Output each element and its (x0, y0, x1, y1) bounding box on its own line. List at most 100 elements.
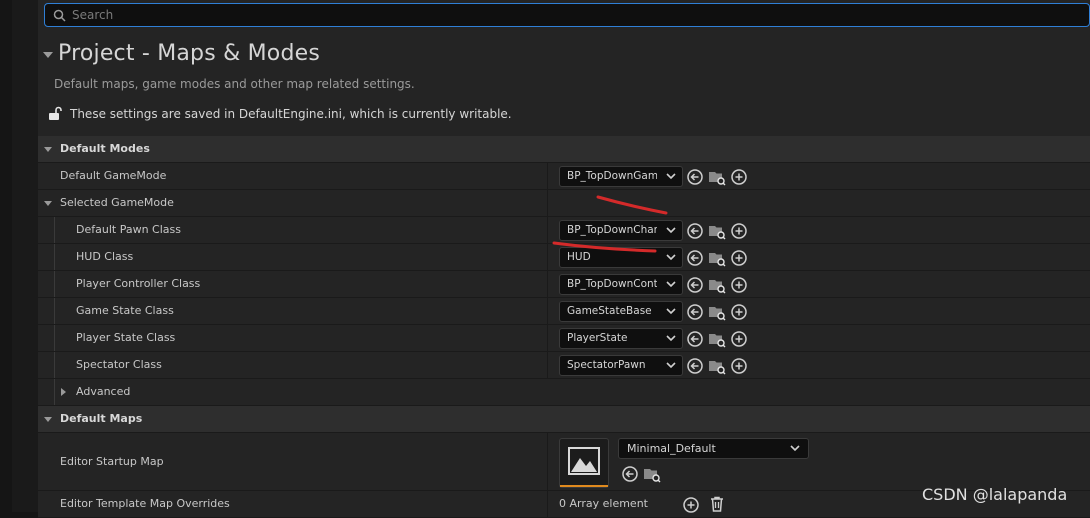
group-selected-gamemode[interactable]: Selected GameMode (38, 190, 1090, 217)
group-label: Advanced (76, 385, 131, 398)
row-hud-class: HUD Class HUD (38, 244, 1090, 271)
map-picker-combo[interactable]: Minimal_Default (618, 438, 809, 459)
row-default-pawn-class: Default Pawn Class BP_TopDownCharacter (38, 217, 1090, 244)
row-label: Game State Class (76, 304, 174, 317)
row-editor-startup-map: Editor Startup Map Minimal_Default (38, 433, 1090, 491)
combo-value: PlayerState (567, 332, 628, 344)
map-thumbnail[interactable] (559, 438, 609, 488)
row-default-gamemode: Default GameMode BP_TopDownGameMode (38, 163, 1090, 190)
class-picker-combo[interactable]: PlayerState (559, 328, 683, 349)
use-selected-asset-icon[interactable] (686, 303, 704, 321)
config-status-text: These settings are saved in DefaultEngin… (70, 106, 512, 121)
browse-folder-icon[interactable] (708, 330, 726, 348)
use-selected-asset-icon[interactable] (686, 249, 704, 267)
chevron-down-icon (790, 445, 800, 452)
array-count: 0 Array element (559, 497, 648, 510)
settings-table: Default Modes Default GameMode BP_TopDow… (38, 136, 1090, 518)
row-game-state-class: Game State Class GameStateBase (38, 298, 1090, 325)
value-cell: BP_TopDownController (548, 271, 1090, 297)
use-selected-asset-icon[interactable] (621, 465, 639, 483)
page-description: Default maps, game modes and other map r… (54, 77, 415, 91)
collapse-section-arrow-icon[interactable] (43, 52, 53, 58)
class-picker-combo[interactable]: BP_TopDownCharacter (559, 220, 683, 241)
asset-type-color-bar (560, 485, 608, 487)
class-picker-combo[interactable]: BP_TopDownController (559, 274, 683, 295)
add-new-icon[interactable] (730, 168, 748, 186)
row-label: Editor Startup Map (60, 455, 164, 468)
expand-arrow-icon[interactable] (44, 417, 52, 422)
use-selected-asset-icon[interactable] (686, 222, 704, 240)
browse-folder-icon[interactable] (708, 168, 726, 186)
row-label: Default Pawn Class (76, 223, 181, 236)
page-title: Project - Maps & Modes (58, 41, 321, 66)
class-picker-combo[interactable]: GameStateBase (559, 301, 683, 322)
use-selected-asset-icon[interactable] (686, 276, 704, 294)
expand-arrow-icon[interactable] (44, 147, 52, 152)
browse-folder-icon[interactable] (643, 465, 661, 483)
indent-guide (54, 352, 55, 378)
value-cell: SpectatorPawn (548, 352, 1090, 378)
column-divider[interactable] (547, 190, 548, 216)
indent-guide (54, 271, 55, 297)
chevron-down-icon (666, 308, 676, 315)
details-panel: Project - Maps & Modes Default maps, gam… (38, 0, 1090, 518)
category-label: Default Modes (60, 142, 150, 155)
row-label: Player Controller Class (76, 277, 201, 290)
class-picker-combo[interactable]: BP_TopDownGameMode (559, 166, 683, 187)
value-cell: PlayerState (548, 325, 1090, 351)
indent-guide (54, 325, 55, 351)
left-scroll-strip[interactable] (12, 0, 38, 512)
combo-value: GameStateBase (567, 305, 652, 317)
group-label: Selected GameMode (60, 196, 174, 209)
value-cell: Minimal_Default (548, 433, 1090, 490)
chevron-down-icon (666, 254, 676, 261)
category-label: Default Maps (60, 412, 143, 425)
category-default-maps[interactable]: Default Maps (38, 406, 1090, 433)
use-selected-asset-icon[interactable] (686, 357, 704, 375)
browse-folder-icon[interactable] (708, 357, 726, 375)
expand-arrow-icon[interactable] (44, 201, 52, 206)
class-picker-combo[interactable]: SpectatorPawn (559, 355, 683, 376)
browse-folder-icon[interactable] (708, 249, 726, 267)
category-default-modes[interactable]: Default Modes (38, 136, 1090, 163)
expand-arrow-icon[interactable] (61, 388, 66, 396)
chevron-down-icon (666, 173, 676, 180)
add-new-icon[interactable] (730, 222, 748, 240)
indent-guide (54, 244, 55, 270)
trash-icon[interactable] (708, 495, 726, 513)
browse-folder-icon[interactable] (708, 222, 726, 240)
indent-guide (54, 298, 55, 324)
combo-value: HUD (567, 251, 591, 263)
chevron-down-icon (666, 335, 676, 342)
add-new-icon[interactable] (730, 249, 748, 267)
search-input[interactable] (72, 8, 972, 22)
row-player-state-class: Player State Class PlayerState (38, 325, 1090, 352)
search-icon (53, 9, 66, 22)
browse-folder-icon[interactable] (708, 276, 726, 294)
browse-folder-icon[interactable] (708, 303, 726, 321)
chevron-down-icon (666, 281, 676, 288)
indent-guide (54, 217, 55, 243)
add-new-icon[interactable] (730, 357, 748, 375)
row-player-controller-class: Player Controller Class BP_TopDownContro… (38, 271, 1090, 298)
add-new-icon[interactable] (730, 276, 748, 294)
search-box[interactable] (44, 3, 1090, 27)
value-cell: BP_TopDownGameMode (548, 163, 1090, 189)
combo-value: BP_TopDownController (567, 278, 657, 290)
use-selected-asset-icon[interactable] (686, 168, 704, 186)
row-label: Default GameMode (60, 169, 167, 182)
use-selected-asset-icon[interactable] (686, 330, 704, 348)
add-element-icon[interactable] (682, 496, 700, 514)
add-new-icon[interactable] (730, 330, 748, 348)
value-cell: GameStateBase (548, 298, 1090, 324)
unlock-icon[interactable] (48, 106, 62, 121)
group-advanced[interactable]: Advanced (38, 379, 1090, 406)
row-spectator-class: Spectator Class SpectatorPawn (38, 352, 1090, 379)
combo-value: BP_TopDownCharacter (567, 224, 657, 236)
row-label: Player State Class (76, 331, 176, 344)
add-new-icon[interactable] (730, 303, 748, 321)
map-icon (568, 447, 600, 475)
class-picker-combo[interactable]: HUD (559, 247, 683, 268)
row-label: Spectator Class (76, 358, 162, 371)
config-status: These settings are saved in DefaultEngin… (48, 106, 512, 121)
